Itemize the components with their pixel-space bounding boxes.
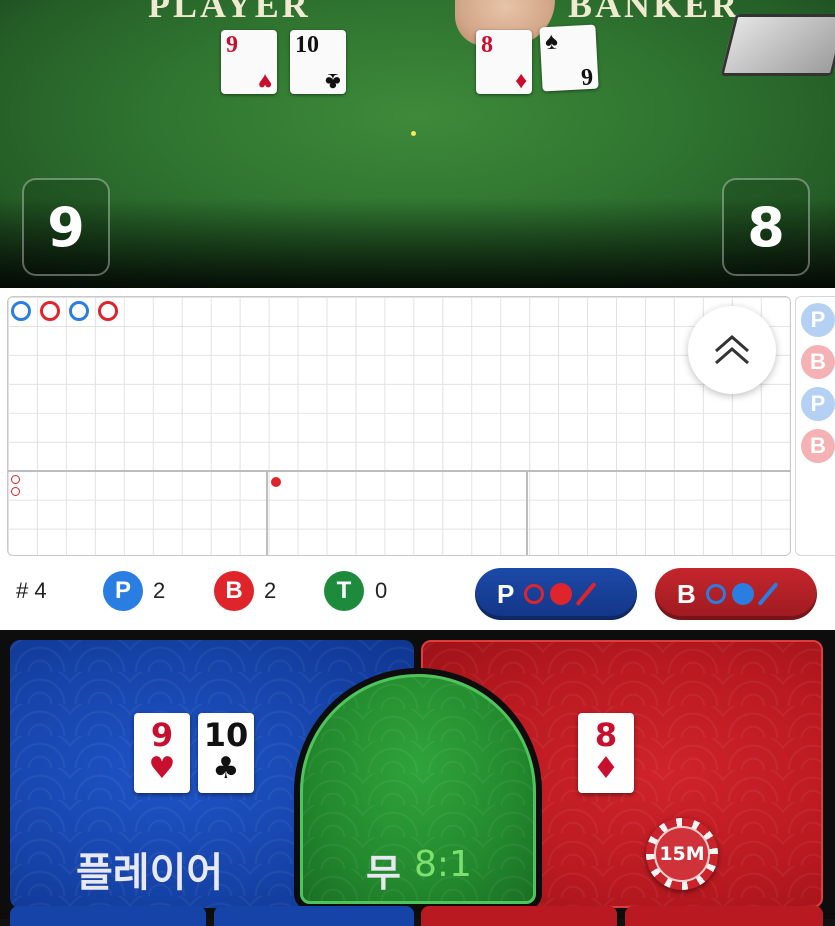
big-eye-marker (11, 487, 20, 496)
card-rank: 10 (203, 716, 249, 754)
side-bet-banker-bonus[interactable] (625, 906, 823, 926)
side-chip-banker: B (801, 429, 835, 463)
table-player-card-1: 9 ♥ (221, 30, 277, 94)
bet-chip[interactable]: 15M (646, 818, 718, 890)
ring-icon (524, 584, 545, 604)
player-win-count: 2 (153, 578, 166, 603)
player-card-2: 10 ♣ (198, 713, 254, 793)
table-card-rank: 9 (226, 32, 238, 58)
small-road-marker (271, 477, 281, 487)
predict-player-button[interactable]: P (475, 568, 637, 620)
banker-card-1: 8 ♦ (578, 713, 634, 793)
banker-win-count: 2 (264, 578, 277, 603)
roadmap-grid[interactable] (7, 296, 791, 556)
table-card-rank: 6 (580, 62, 594, 90)
side-chip-player: P (801, 303, 835, 337)
player-card-1: 9 ♥ (134, 713, 190, 793)
chip-value: 15M (654, 826, 710, 882)
table-banker-card-2: ♠ 6 (539, 24, 599, 92)
expand-roadmap-button[interactable] (688, 306, 776, 394)
player-score-box: 9 (22, 178, 110, 276)
table-card-suit: ♠ (544, 28, 559, 56)
table-card-suit: ♦ (514, 68, 527, 94)
predict-banker-button[interactable]: B (655, 568, 817, 620)
slash-icon (575, 581, 597, 607)
card-suit: ♣ (212, 751, 240, 786)
tie-odds-label: 8:1 (414, 844, 472, 885)
card-suit: ♦ (592, 751, 620, 786)
banker-stat-badge: B (214, 571, 254, 611)
predict-banker-label: B (677, 578, 696, 609)
tie-bet-label: 무 (366, 851, 401, 895)
betting-area: 9 ♥ 10 ♣ 8 ♦ 플레이어 무 8:1 15M (0, 630, 835, 926)
felt-player-text: PLAYER (148, 0, 311, 25)
table-card-rank: 8 (481, 32, 493, 58)
side-roadmap-panel[interactable]: P B P B (795, 296, 835, 556)
card-rank: 9 (150, 716, 174, 754)
side-bet-player-pair[interactable] (10, 906, 206, 926)
side-bet-player-bonus[interactable] (214, 906, 414, 926)
bead-player (11, 301, 31, 321)
bead-banker (40, 301, 60, 321)
chevron-double-up-icon (715, 335, 749, 365)
table-card-suit: ♥ (257, 68, 272, 94)
felt-banker-text: BANKER (568, 0, 741, 25)
side-bet-banker-pair[interactable] (421, 906, 617, 926)
table-card-rank: 10 (295, 32, 319, 58)
roadmap-panel: P B P B # 4 P 2 B 2 T 0 P B (0, 288, 835, 630)
live-video-feed: PLAYER BANKER 9 ♥ 10 ♣ 8 ♦ ♠ 6 9 8 (0, 0, 835, 288)
tie-stat-badge: T (324, 571, 364, 611)
slash-icon (757, 581, 779, 607)
bead-player (69, 301, 89, 321)
player-bet-label: 플레이어 (76, 850, 224, 896)
table-banker-card-1: 8 ♦ (476, 30, 532, 94)
predict-player-label: P (497, 578, 515, 609)
player-stat-badge: P (103, 571, 143, 611)
roadmap-stats: # 4 P 2 B 2 T 0 P B (0, 566, 835, 620)
side-chip-banker: B (801, 345, 835, 379)
dot-icon (731, 583, 754, 605)
card-rank: 8 (594, 716, 618, 754)
banker-score-box: 8 (722, 178, 810, 276)
dot-icon (550, 583, 573, 605)
table-marker-dot (411, 131, 416, 136)
card-shoe (720, 14, 835, 76)
table-card-suit: ♣ (325, 68, 341, 94)
big-eye-marker (11, 475, 20, 484)
bead-banker (98, 301, 118, 321)
side-chip-player: P (801, 387, 835, 421)
table-player-card-2: 10 ♣ (290, 30, 346, 94)
card-suit: ♥ (148, 751, 176, 786)
tie-count: 0 (375, 578, 388, 603)
round-count: # 4 (16, 578, 47, 603)
ring-icon (705, 584, 726, 604)
